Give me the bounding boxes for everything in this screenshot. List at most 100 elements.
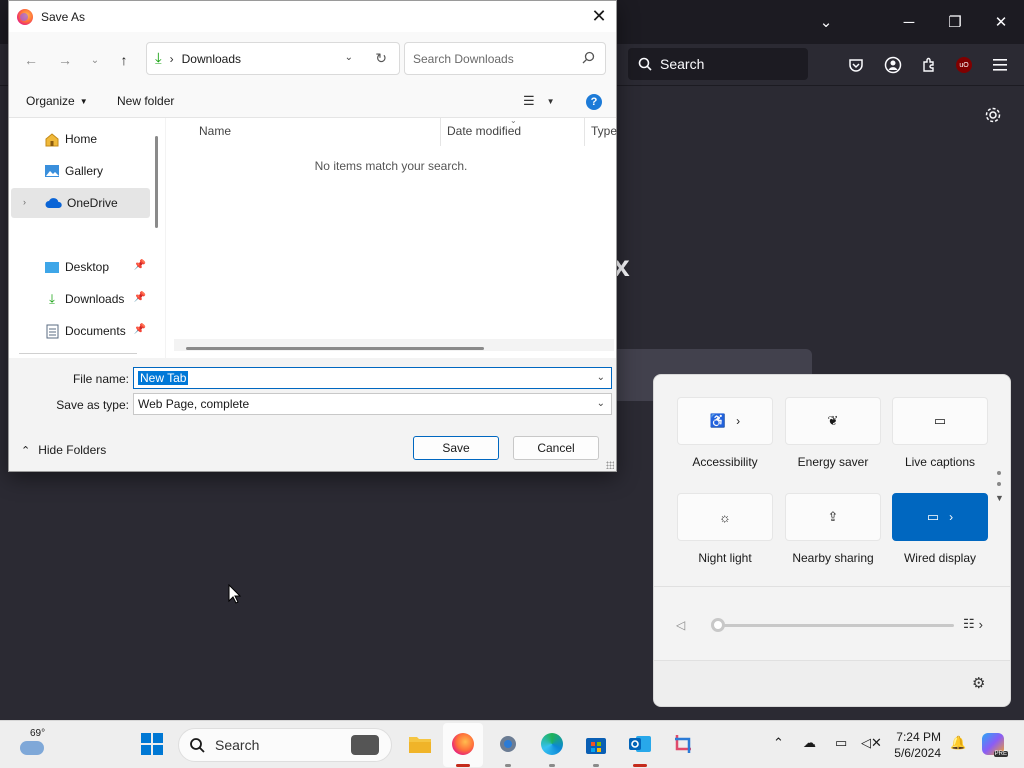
close-window-button[interactable]: ✕ bbox=[986, 8, 1016, 36]
column-divider[interactable] bbox=[440, 118, 441, 146]
live-captions-tile[interactable]: ▭ bbox=[892, 397, 988, 445]
nav-label: Home bbox=[65, 132, 98, 146]
nav-label: Gallery bbox=[65, 164, 104, 178]
list-all-tabs-icon[interactable]: ⌄ bbox=[811, 8, 841, 36]
file-name-input[interactable]: New Tab ⌄ bbox=[133, 367, 612, 389]
account-icon[interactable] bbox=[882, 54, 904, 76]
nav-divider bbox=[19, 353, 137, 354]
firefox-icon bbox=[17, 8, 33, 25]
chevron-right-icon[interactable]: › bbox=[949, 510, 953, 524]
minimize-button[interactable]: ─ bbox=[894, 8, 924, 36]
nav-item-documents[interactable]: Documents 📌 bbox=[9, 316, 148, 346]
nav-item-desktop[interactable]: Desktop 📌 bbox=[9, 252, 148, 282]
settings-icon[interactable] bbox=[494, 730, 522, 758]
night-light-tile[interactable]: ☼ bbox=[677, 493, 773, 541]
firefox-taskbar-icon[interactable] bbox=[449, 730, 477, 758]
snipping-tool-icon[interactable] bbox=[670, 730, 698, 758]
notifications-bell-icon[interactable]: 🔔 bbox=[950, 735, 966, 751]
chevron-down-icon[interactable]: ⌄ bbox=[597, 372, 605, 383]
edge-icon[interactable] bbox=[538, 730, 566, 758]
extensions-icon[interactable] bbox=[918, 54, 940, 76]
save-as-type-value: Web Page, complete bbox=[138, 397, 250, 411]
volume-muted-icon[interactable]: ◁✕ bbox=[861, 735, 882, 751]
cancel-button[interactable]: Cancel bbox=[513, 436, 599, 460]
back-icon[interactable]: ← bbox=[21, 50, 41, 70]
accessibility-tile[interactable]: ♿ › bbox=[677, 397, 773, 445]
tile-label: Nearby sharing bbox=[792, 551, 874, 565]
horizontal-scrollbar[interactable] bbox=[186, 347, 484, 350]
show-hidden-icons-icon[interactable]: ⌃ bbox=[773, 735, 784, 751]
firefox-search-field[interactable]: Search bbox=[628, 48, 808, 80]
wired-display-tile[interactable]: ▭ › bbox=[892, 493, 988, 541]
address-dropdown-icon[interactable]: ⌄ bbox=[345, 52, 353, 63]
outlook-icon[interactable] bbox=[626, 730, 654, 758]
menu-icon[interactable] bbox=[989, 54, 1011, 76]
resize-grip[interactable] bbox=[606, 461, 614, 469]
energy-saver-tile[interactable]: ❦ bbox=[785, 397, 881, 445]
address-bar[interactable]: ⤓ › Downloads ⌄ ↻ bbox=[146, 42, 400, 75]
nav-item-gallery[interactable]: Gallery bbox=[9, 156, 148, 186]
quick-settings-panel: ♿ › Accessibility ❦ Energy saver ▭ Live c… bbox=[653, 374, 1011, 707]
change-view-button[interactable]: ☰ ▼ bbox=[523, 93, 555, 109]
nav-scrollbar[interactable] bbox=[155, 136, 158, 228]
volume-mixer-button[interactable]: ☷ › bbox=[963, 616, 983, 632]
copilot-icon[interactable]: PRE bbox=[982, 733, 1008, 757]
ublock-origin-icon[interactable]: uO bbox=[953, 54, 975, 76]
save-button[interactable]: Save bbox=[413, 436, 499, 460]
hide-folders-button[interactable]: ⌃ Hide Folders bbox=[21, 443, 106, 457]
search-placeholder: Search Downloads bbox=[413, 51, 514, 66]
pocket-icon[interactable] bbox=[845, 54, 867, 76]
column-header-type[interactable]: Type bbox=[591, 124, 617, 138]
gallery-icon bbox=[43, 163, 61, 179]
volume-slider-thumb[interactable] bbox=[711, 618, 725, 632]
page-dot bbox=[997, 471, 1001, 475]
nearby-sharing-tile[interactable]: ⇪ bbox=[785, 493, 881, 541]
onedrive-tray-icon[interactable]: ☁ bbox=[803, 735, 816, 751]
search-highlight-icon bbox=[351, 735, 379, 755]
tile-label: Accessibility bbox=[692, 455, 758, 469]
breadcrumb-downloads[interactable]: Downloads bbox=[182, 52, 241, 66]
energy-saver-icon: ❦ bbox=[827, 413, 839, 428]
refresh-icon[interactable]: ↻ bbox=[375, 50, 387, 67]
expand-chevron-icon[interactable]: › bbox=[23, 197, 26, 207]
tile-label: Wired display bbox=[903, 551, 977, 565]
running-indicator bbox=[549, 764, 555, 767]
new-folder-button[interactable]: New folder bbox=[117, 94, 174, 108]
restore-button[interactable]: ❐ bbox=[940, 8, 970, 36]
settings-gear-icon[interactable]: ⚙ bbox=[972, 674, 985, 692]
chevron-right-icon[interactable]: › bbox=[736, 414, 740, 428]
column-header-name[interactable]: Name bbox=[199, 124, 231, 138]
nav-item-onedrive[interactable]: › OneDrive bbox=[11, 188, 150, 218]
up-icon[interactable]: ↑ bbox=[114, 50, 134, 70]
forward-icon[interactable]: → bbox=[55, 50, 75, 70]
search-input[interactable]: Search Downloads bbox=[404, 42, 606, 75]
nav-item-downloads[interactable]: ⤓ Downloads 📌 bbox=[9, 284, 148, 314]
page-indicator[interactable]: ▼ bbox=[995, 471, 1004, 503]
microsoft-store-icon[interactable] bbox=[582, 730, 610, 758]
file-name-value: New Tab bbox=[138, 371, 189, 385]
nav-item-home[interactable]: Home bbox=[9, 124, 148, 154]
documents-icon bbox=[43, 323, 61, 339]
download-icon: ⤓ bbox=[49, 291, 55, 306]
taskbar-search[interactable]: Search bbox=[178, 728, 392, 762]
tile-label: Night light bbox=[698, 551, 752, 565]
tile-label: Live captions bbox=[904, 455, 976, 469]
organize-button[interactable]: Organize ▼ bbox=[26, 94, 88, 108]
network-icon[interactable]: ▭ bbox=[835, 735, 847, 751]
recent-locations-icon[interactable]: ⌄ bbox=[85, 50, 105, 70]
home-icon bbox=[43, 131, 61, 147]
start-icon[interactable] bbox=[138, 730, 166, 758]
volume-slider[interactable] bbox=[718, 624, 954, 627]
speaker-muted-icon[interactable]: ◁ bbox=[676, 618, 685, 632]
save-as-type-select[interactable]: Web Page, complete ⌄ bbox=[133, 393, 612, 415]
column-divider[interactable] bbox=[584, 118, 585, 146]
column-header-date-modified[interactable]: Date modified bbox=[447, 124, 521, 138]
pin-icon: 📌 bbox=[133, 324, 146, 335]
help-icon[interactable]: ? bbox=[586, 94, 602, 110]
clock[interactable]: 7:24 PM 5/6/2024 bbox=[885, 729, 941, 761]
file-explorer-icon[interactable] bbox=[406, 730, 434, 758]
weather-widget[interactable]: 69° bbox=[18, 728, 48, 759]
close-icon[interactable]: ✕ bbox=[586, 3, 612, 29]
newtab-settings-icon[interactable] bbox=[982, 104, 1004, 126]
tile-label: Energy saver bbox=[797, 455, 869, 469]
